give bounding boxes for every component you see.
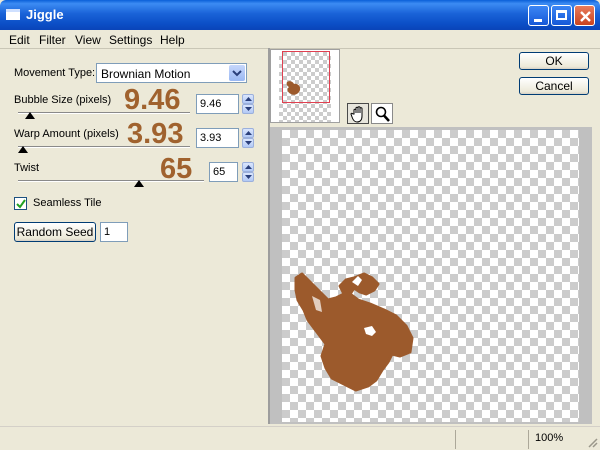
minimize-icon (534, 19, 542, 22)
bubble-size-label: Bubble Size (pixels) (14, 94, 112, 106)
hand-pan-icon (350, 106, 363, 123)
app-window-icon (6, 9, 20, 20)
preview-canvas[interactable] (282, 130, 579, 422)
arrow-up-icon (245, 165, 252, 169)
status-separator (455, 430, 456, 449)
movement-type-label: Movement Type: (14, 67, 96, 79)
spin-up-button[interactable] (242, 128, 254, 138)
magnifier-icon (375, 106, 390, 122)
maximize-button[interactable] (551, 5, 572, 26)
arrow-down-icon (245, 107, 252, 111)
menu-filter[interactable]: Filter (39, 33, 66, 47)
chevron-down-icon (232, 70, 242, 77)
preview-panel[interactable] (270, 127, 592, 424)
ok-button[interactable]: OK (519, 52, 589, 70)
menu-view[interactable]: View (75, 33, 101, 47)
close-button[interactable] (574, 5, 595, 26)
menu-edit[interactable]: Edit (9, 33, 30, 47)
zoom-tool-button[interactable] (371, 103, 393, 124)
twist-slider-thumb[interactable] (133, 180, 144, 187)
movement-type-select[interactable]: Brownian Motion (96, 63, 247, 83)
spin-up-button[interactable] (242, 162, 254, 172)
warp-amount-slider-track[interactable] (18, 146, 190, 148)
twist-slider-track[interactable] (18, 180, 204, 182)
bubble-size-spinner[interactable] (242, 94, 254, 114)
cancel-button[interactable]: Cancel (519, 77, 589, 95)
bubble-size-slider-track[interactable] (18, 112, 190, 114)
twist-label: Twist (14, 162, 40, 174)
warp-amount-label: Warp Amount (pixels) (14, 128, 119, 140)
arrow-up-icon (245, 131, 252, 135)
preview-image-blob (294, 272, 414, 392)
checkmark-icon (16, 199, 26, 209)
warp-amount-input[interactable]: 3.93 (196, 128, 239, 148)
seamless-tile-checkbox[interactable] (14, 197, 27, 210)
hand-tool-button[interactable] (347, 103, 369, 124)
status-bar: 100% (0, 426, 600, 450)
menu-help[interactable]: Help (160, 33, 185, 47)
menu-bar: Edit Filter View Settings Help (0, 30, 600, 49)
bubble-size-input[interactable]: 9.46 (196, 94, 239, 114)
window-title: Jiggle (26, 7, 64, 22)
spin-down-button[interactable] (242, 172, 254, 182)
spin-down-button[interactable] (242, 104, 254, 114)
warp-amount-slider-thumb[interactable] (18, 146, 29, 153)
arrow-up-icon (245, 97, 252, 101)
navigator-thumbnail[interactable] (270, 49, 340, 123)
arrow-down-icon (245, 141, 252, 145)
resize-grip-icon[interactable] (586, 436, 598, 448)
dropdown-arrow-button[interactable] (229, 65, 245, 81)
title-bar[interactable]: Jiggle (0, 0, 600, 30)
menu-settings[interactable]: Settings (109, 33, 152, 47)
arrow-down-icon (245, 175, 252, 179)
maximize-icon (556, 10, 567, 20)
twist-input[interactable]: 65 (209, 162, 238, 182)
spin-down-button[interactable] (242, 138, 254, 148)
status-separator (528, 430, 529, 449)
zoom-level: 100% (535, 432, 564, 444)
seamless-tile-label: Seamless Tile (33, 197, 102, 209)
close-icon (580, 11, 591, 22)
twist-spinner[interactable] (242, 162, 254, 182)
random-seed-input[interactable]: 1 (100, 222, 128, 242)
movement-type-value: Brownian Motion (101, 67, 191, 81)
minimize-button[interactable] (528, 5, 549, 26)
random-seed-button[interactable]: Random Seed (14, 222, 96, 242)
bubble-size-slider-thumb[interactable] (25, 112, 36, 119)
spin-up-button[interactable] (242, 94, 254, 104)
viewport-rectangle[interactable] (282, 51, 330, 103)
warp-amount-spinner[interactable] (242, 128, 254, 148)
